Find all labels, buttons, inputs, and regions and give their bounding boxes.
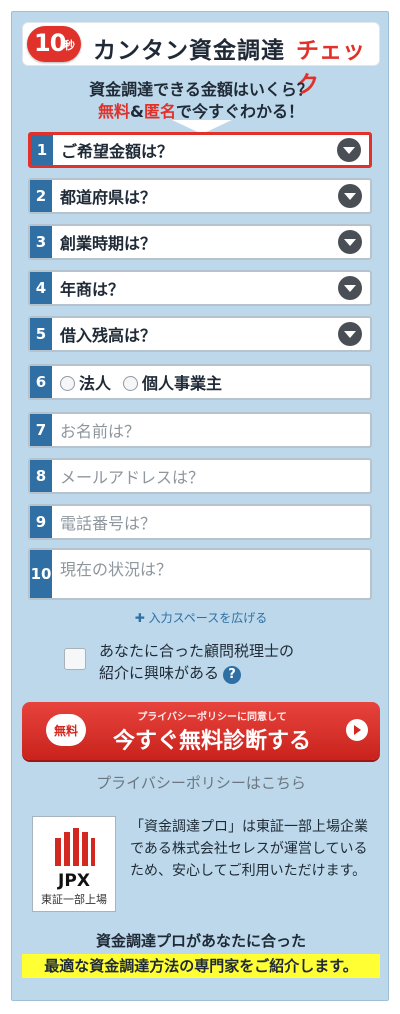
select-annual-revenue[interactable]: 4 年商は？: [28, 270, 372, 306]
select-desired-amount[interactable]: 1 ご希望金額は？: [28, 132, 372, 168]
radio-corporation[interactable]: 法人: [60, 370, 111, 394]
help-icon[interactable]: ?: [223, 666, 242, 684]
interest-line2-row: 紹介に興味がある?: [99, 662, 294, 684]
badge-unit: 秒: [64, 39, 75, 52]
select-loan-balance[interactable]: 5 借入残高は？: [28, 316, 372, 352]
field-label: 借入残高は？: [60, 326, 157, 345]
cta-label: 今すぐ無料診断する: [112, 729, 311, 754]
privacy-policy-link[interactable]: プライバシーポリシーはこちら: [12, 772, 390, 793]
status-placeholder: 現在の状況は？: [60, 560, 173, 579]
header: 10 秒 カンタン資金調達 チェック: [22, 22, 380, 98]
business-type-row: 6 法人 個人事業主: [28, 364, 372, 400]
field-number: 5: [30, 318, 52, 350]
subheading-line2: 無料&匿名で今すぐわかる！: [12, 98, 390, 122]
phone-placeholder: 電話番号は？: [60, 514, 157, 533]
field-number: 8: [30, 460, 52, 492]
radio-icon: [60, 376, 75, 391]
field-label: 都道府県は？: [60, 188, 157, 207]
field-number: 6: [30, 366, 52, 398]
footer-line1: 資金調達プロがあなたに合った: [95, 932, 306, 950]
field-number: 10: [30, 550, 52, 598]
free-diagnosis-button[interactable]: 無料 プライバシーポリシーに同意して 今すぐ無料診断する: [22, 702, 380, 760]
chevron-down-icon: [338, 322, 362, 346]
name-placeholder: お名前は？: [60, 422, 141, 441]
badge-number: 10: [34, 29, 66, 57]
chevron-down-icon: [338, 276, 362, 300]
phone-input[interactable]: 9 電話番号は？: [28, 504, 372, 540]
jpx-caption: 東証一部上場: [41, 893, 107, 906]
chevron-down-icon: [337, 138, 361, 162]
radio-label: 法人: [79, 374, 112, 393]
jpx-mark-icon: [55, 828, 95, 866]
subheading-line1: 資金調達できる金額はいくら？: [89, 80, 313, 99]
interest-line1: あなたに合った顧問税理士の: [99, 642, 295, 660]
ten-seconds-badge: 10 秒: [27, 26, 81, 62]
status-textarea[interactable]: 10 現在の状況は？: [28, 548, 372, 600]
anonymous-text: 匿名: [143, 102, 176, 121]
expand-input-link[interactable]: ✚ 入力スペースを広げる: [12, 609, 390, 626]
field-label: 創業時期は？: [60, 234, 157, 253]
email-placeholder: メールアドレスは？: [60, 468, 205, 487]
chevron-down-icon: [338, 184, 362, 208]
radio-icon: [123, 376, 139, 391]
field-number: 9: [30, 506, 52, 538]
chevron-down-icon: [338, 230, 362, 254]
interest-line2: 紹介に興味がある: [99, 664, 220, 682]
funding-check-panel: 10 秒 カンタン資金調達 チェック 資金調達できる金額はいくら？ 無料&匿名で…: [11, 11, 389, 1001]
operator-description: 「資金調達プロ」は東証一部上場企業である株式会社セレスが運営しているため、安心し…: [130, 819, 368, 879]
radio-label: 個人事業主: [142, 374, 223, 393]
field-label: ご希望金額は？: [61, 142, 174, 161]
field-number: 1: [31, 135, 53, 165]
field-number: 4: [30, 272, 52, 304]
title-main: カンタン資金調達: [93, 38, 285, 64]
jpx-name: JPX: [58, 871, 90, 891]
business-type-options: 法人 個人事業主: [60, 366, 222, 398]
tax-advisor-interest-text: あなたに合った顧問税理士の 紹介に興味がある?: [99, 640, 294, 684]
field-number: 7: [30, 414, 52, 446]
footer-line2: 最適な資金調達方法の専門家をご紹介します。: [22, 954, 380, 978]
instant-text: で今すぐわかる！: [175, 102, 304, 121]
cta-consent-text: プライバシーポリシーに同意して: [137, 712, 287, 723]
field-label: 年商は？: [60, 280, 125, 299]
chevron-right-icon: [346, 719, 368, 741]
radio-sole-proprietor[interactable]: 個人事業主: [123, 370, 222, 394]
select-prefecture[interactable]: 2 都道府県は？: [28, 178, 372, 214]
email-input[interactable]: 8 メールアドレスは？: [28, 458, 372, 494]
jpx-logo: JPX 東証一部上場: [32, 816, 116, 912]
field-number: 3: [30, 226, 52, 258]
free-text: 無料: [98, 102, 131, 121]
field-number: 2: [30, 180, 52, 212]
name-input[interactable]: 7 お名前は？: [28, 412, 372, 448]
select-founding-date[interactable]: 3 創業時期は？: [28, 224, 372, 260]
ampersand: &: [130, 102, 144, 121]
tax-advisor-interest-checkbox[interactable]: [64, 648, 86, 670]
free-pill: 無料: [46, 714, 86, 746]
